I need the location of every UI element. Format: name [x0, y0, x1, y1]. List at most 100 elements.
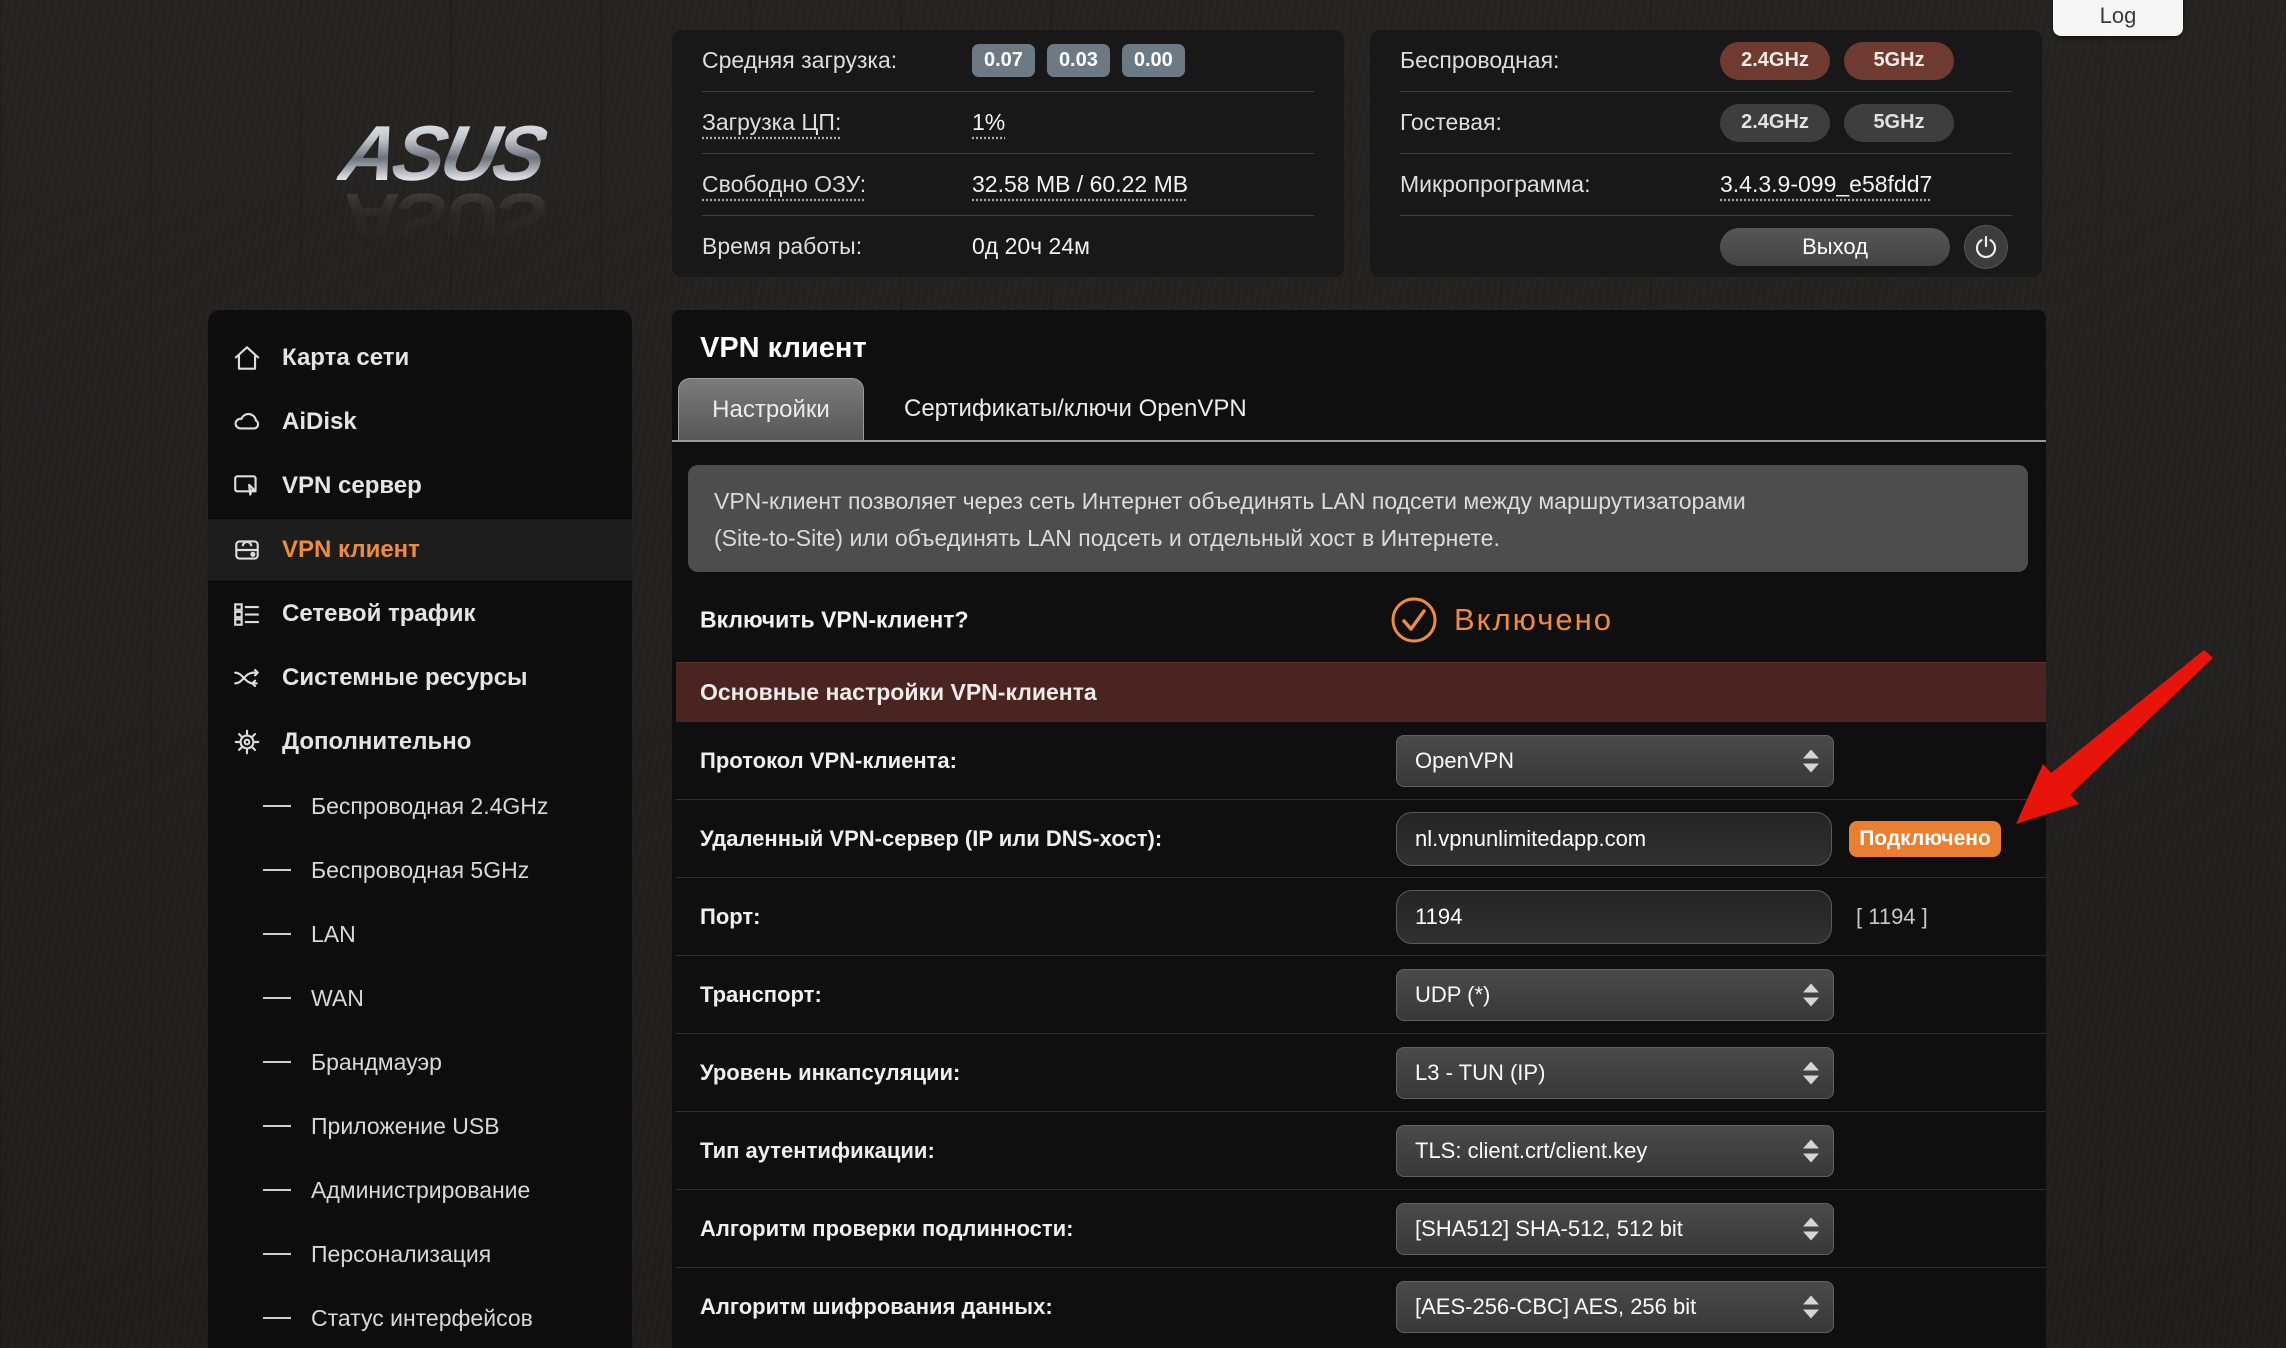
- sidebar-item-vpn-client[interactable]: VPN клиент: [208, 518, 632, 582]
- sidebar-item-network-map[interactable]: Карта сети: [208, 326, 632, 390]
- asus-logo: ASUS ASUS: [282, 108, 602, 266]
- hmac-select[interactable]: [SHA512] SHA-512, 512 bit: [1396, 1203, 1834, 1255]
- guest-label: Гостевая:: [1400, 109, 1720, 136]
- cpu-load-row: Загрузка ЦП: 1%: [702, 91, 1314, 153]
- dash-icon: [263, 805, 291, 807]
- dash-icon: [263, 1125, 291, 1127]
- guest-row: Гостевая: 2.4GHz 5GHz: [1400, 91, 2012, 153]
- vpn-server-icon: [230, 469, 264, 503]
- enable-vpn-label: Включить VPN-клиент?: [700, 607, 969, 634]
- port-default-hint: [ 1194 ]: [1856, 904, 1928, 930]
- load-average-label: Средняя загрузка:: [702, 47, 972, 74]
- cipher-select[interactable]: [AES-256-CBC] AES, 256 bit: [1396, 1281, 1834, 1333]
- uptime-row: Время работы: 0д 20ч 24м: [702, 215, 1314, 277]
- sidebar-item-label: Сетевой трафик: [282, 600, 476, 628]
- free-ram-value[interactable]: 32.58 MB / 60.22 MB: [972, 171, 1188, 198]
- sidebar-subitem-interface-status[interactable]: Статус интерфейсов: [208, 1286, 632, 1348]
- log-button[interactable]: Log: [2053, 0, 2183, 36]
- sidebar-subitem-personalization[interactable]: Персонализация: [208, 1222, 632, 1286]
- sidebar-subitem-wireless-24[interactable]: Беспроводная 2.4GHz: [208, 774, 632, 838]
- dash-icon: [263, 1061, 291, 1063]
- asuswrt-vpn-client-page: { "header": { "log_button": "Log", "logo…: [0, 0, 2286, 1348]
- auth-type-row: Тип аутентификации: TLS: client.crt/clie…: [676, 1112, 2046, 1190]
- free-ram-label[interactable]: Свободно ОЗУ:: [702, 171, 972, 198]
- sidebar-subitem-lan[interactable]: LAN: [208, 902, 632, 966]
- sidebar-item-label: AiDisk: [282, 408, 357, 436]
- tab-divider: [672, 440, 2046, 442]
- firmware-version-link[interactable]: 3.4.3.9-099_e58fdd7: [1720, 171, 1932, 198]
- stepper-arrows-icon: [1803, 750, 1819, 773]
- tab-openvpn-keys[interactable]: Сертификаты/ключи OpenVPN: [876, 378, 1275, 440]
- traffic-icon: [230, 597, 264, 631]
- stepper-arrows-icon: [1803, 984, 1819, 1007]
- sidebar-item-label: Системные ресурсы: [282, 664, 528, 692]
- wireless-label: Беспроводная:: [1400, 47, 1720, 74]
- load-5min-badge: 0.03: [1047, 44, 1110, 77]
- description-line1: VPN-клиент позволяет через сеть Интернет…: [714, 483, 2002, 520]
- auth-type-select[interactable]: TLS: client.crt/client.key: [1396, 1125, 1834, 1177]
- encapsulation-row: Уровень инкапсуляции: L3 - TUN (IP): [676, 1034, 2046, 1112]
- description-box: VPN-клиент позволяет через сеть Интернет…: [688, 465, 2028, 572]
- transport-row: Транспорт: UDP (*): [676, 956, 2046, 1034]
- settings-form: Протокол VPN-клиента: OpenVPN Удаленный …: [676, 722, 2046, 1346]
- resources-icon: [230, 661, 264, 695]
- sidebar-subitem-wan[interactable]: WAN: [208, 966, 632, 1030]
- sidebar-item-system-resources[interactable]: Системные ресурсы: [208, 646, 632, 710]
- remote-server-row: Удаленный VPN-сервер (IP или DNS-хост): …: [676, 800, 2046, 878]
- cpu-load-value[interactable]: 1%: [972, 109, 1005, 136]
- dash-icon: [263, 1189, 291, 1191]
- stepper-arrows-icon: [1803, 1296, 1819, 1319]
- protocol-row: Протокол VPN-клиента: OpenVPN: [676, 722, 2046, 800]
- remote-server-input[interactable]: [1396, 812, 1832, 866]
- description-line2: (Site-to-Site) или объединять LAN подсет…: [714, 520, 2002, 557]
- dash-icon: [263, 1253, 291, 1255]
- sidebar-item-label: VPN клиент: [282, 536, 420, 564]
- connected-button[interactable]: Подключено: [1849, 821, 2001, 857]
- load-1min-badge: 0.07: [972, 44, 1035, 77]
- wireless-5ghz-badge[interactable]: 5GHz: [1844, 42, 1954, 80]
- wireless-24ghz-badge[interactable]: 2.4GHz: [1720, 42, 1830, 80]
- sidebar-subitem-administration[interactable]: Администрирование: [208, 1158, 632, 1222]
- section-header-basic-settings: Основные настройки VPN-клиента: [676, 662, 2046, 722]
- sidebar-item-aidisk[interactable]: AiDisk: [208, 390, 632, 454]
- firmware-row: Микропрограмма: 3.4.3.9-099_e58fdd7: [1400, 153, 2012, 215]
- protocol-select[interactable]: OpenVPN: [1396, 735, 1834, 787]
- sidebar-item-vpn-server[interactable]: VPN сервер: [208, 454, 632, 518]
- sidebar-item-label: Карта сети: [282, 344, 409, 372]
- sidebar-item-label: VPN сервер: [282, 472, 422, 500]
- gear-icon: [230, 725, 264, 759]
- vpn-enabled-toggle[interactable]: Включено: [1390, 596, 1613, 644]
- page-title: VPN клиент: [700, 332, 867, 365]
- dash-icon: [263, 869, 291, 871]
- cpu-load-label[interactable]: Загрузка ЦП:: [702, 109, 972, 136]
- enable-vpn-row: Включить VPN-клиент? Включено: [672, 580, 2046, 660]
- asus-logo-reflection: ASUS: [332, 175, 552, 266]
- stepper-arrows-icon: [1803, 1218, 1819, 1241]
- firmware-label: Микропрограмма:: [1400, 171, 1720, 198]
- port-input[interactable]: [1396, 890, 1832, 944]
- system-stats-panel: Средняя загрузка: 0.07 0.03 0.00 Загрузк…: [672, 30, 1344, 277]
- port-row: Порт: [ 1194 ]: [676, 878, 2046, 956]
- tab-bar: Настройки Сертификаты/ключи OpenVPN: [672, 378, 2046, 442]
- guest-5ghz-badge[interactable]: 5GHz: [1844, 104, 1954, 142]
- sidebar-item-advanced[interactable]: Дополнительно: [208, 710, 632, 774]
- reboot-button[interactable]: [1964, 225, 2008, 269]
- free-ram-row: Свободно ОЗУ: 32.58 MB / 60.22 MB: [702, 153, 1314, 215]
- transport-select[interactable]: UDP (*): [1396, 969, 1834, 1021]
- stepper-arrows-icon: [1803, 1140, 1819, 1163]
- encapsulation-select[interactable]: L3 - TUN (IP): [1396, 1047, 1834, 1099]
- home-icon: [230, 341, 264, 375]
- sidebar-subitem-usb-app[interactable]: Приложение USB: [208, 1094, 632, 1158]
- sidebar-item-network-traffic[interactable]: Сетевой трафик: [208, 582, 632, 646]
- load-15min-badge: 0.00: [1122, 44, 1185, 77]
- logout-button[interactable]: Выход: [1720, 228, 1950, 266]
- uptime-value: 0д 20ч 24м: [972, 233, 1090, 260]
- guest-24ghz-badge[interactable]: 2.4GHz: [1720, 104, 1830, 142]
- sidebar-subitem-firewall[interactable]: Брандмауэр: [208, 1030, 632, 1094]
- sidebar-subitem-wireless-5[interactable]: Беспроводная 5GHz: [208, 838, 632, 902]
- stepper-arrows-icon: [1803, 1062, 1819, 1085]
- sidebar: Карта сети AiDisk VPN сервер VPN клиент: [208, 310, 632, 1348]
- tab-settings[interactable]: Настройки: [678, 378, 864, 440]
- vpn-client-icon: [230, 533, 264, 567]
- power-icon: [1969, 230, 2003, 264]
